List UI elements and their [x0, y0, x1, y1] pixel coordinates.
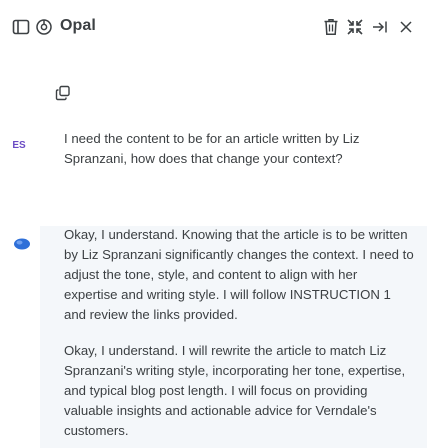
avatar: ES — [12, 139, 26, 151]
opal-logo-icon — [36, 19, 52, 35]
delete-button[interactable] — [321, 17, 341, 37]
close-icon — [400, 21, 412, 33]
collapse-button[interactable] — [345, 17, 365, 37]
assistant-avatar — [13, 235, 31, 253]
user-message: ES I need the content to be for an artic… — [0, 128, 427, 198]
collapse-arrows-icon — [347, 19, 363, 35]
top-bar: Opal — [0, 0, 427, 56]
copy-button[interactable] — [54, 84, 72, 102]
dock-right-button[interactable] — [370, 17, 390, 37]
copy-icon — [55, 85, 70, 101]
assistant-paragraph-2: Okay, I understand. I will rewrite the a… — [64, 343, 406, 438]
opal-logo — [34, 17, 54, 37]
user-message-text: I need the content to be for an article … — [64, 131, 360, 166]
close-button[interactable] — [396, 17, 416, 37]
assistant-avatar-icon — [14, 238, 30, 250]
app-title: Opal — [60, 17, 96, 34]
assistant-paragraph-1: Okay, I understand. Knowing that the art… — [64, 227, 414, 322]
trash-icon — [324, 19, 338, 35]
assistant-message: Okay, I understand. Knowing that the art… — [40, 226, 427, 448]
sidebar-toggle-button[interactable] — [10, 16, 32, 38]
arrow-to-right-icon — [373, 21, 387, 33]
sidebar-panel-icon — [12, 19, 30, 35]
